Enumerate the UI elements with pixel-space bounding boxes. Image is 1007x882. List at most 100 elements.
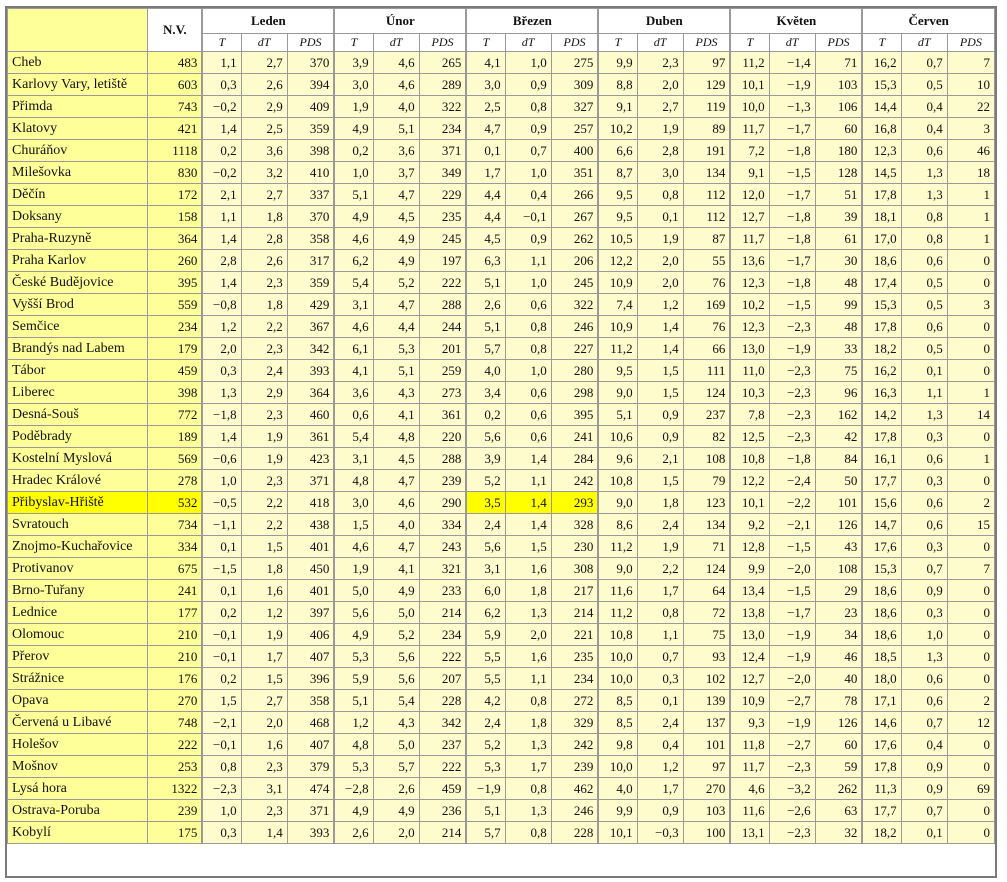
value-cell: 5,2	[372, 623, 420, 646]
value-cell: 15	[946, 513, 996, 536]
value-cell: 1,7	[636, 777, 684, 800]
value-cell: 50	[814, 469, 863, 492]
value-cell: 0	[946, 425, 996, 448]
value-cell: 361	[286, 425, 335, 448]
value-cell: 234	[418, 117, 467, 140]
value-cell: −1,5	[768, 579, 816, 602]
value-cell: −1,9	[768, 337, 816, 360]
value-cell: 11,2	[729, 51, 770, 74]
subcolumn-header: T	[729, 33, 770, 52]
value-cell: 4,0	[372, 513, 420, 536]
value-cell: 63	[814, 799, 863, 822]
value-cell: 15,3	[861, 73, 902, 96]
value-cell: 2,1	[201, 183, 242, 206]
station-name: Praha Karlov	[6, 249, 149, 272]
value-cell: 75	[682, 623, 731, 646]
value-cell: 2,4	[465, 711, 506, 734]
value-cell: 69	[946, 777, 996, 800]
value-cell: 0,3	[201, 359, 242, 382]
value-cell: 1,0	[504, 161, 552, 184]
value-cell: 2,5	[240, 117, 288, 140]
value-cell: 4,6	[333, 535, 374, 558]
value-cell: 9,1	[729, 161, 770, 184]
value-cell: 0,6	[504, 381, 552, 404]
value-cell: 48	[814, 315, 863, 338]
value-cell: 206	[550, 249, 599, 272]
value-cell: 4,6	[333, 315, 374, 338]
value-cell: 0,6	[900, 249, 948, 272]
month-header: Duben	[597, 8, 731, 34]
value-cell: 1,0	[900, 623, 948, 646]
value-cell: 8,5	[597, 711, 638, 734]
value-cell: 0,9	[636, 799, 684, 822]
value-cell: 6,0	[465, 579, 506, 602]
altitude-cell: 270	[147, 689, 203, 712]
value-cell: 379	[286, 755, 335, 778]
altitude-cell: 421	[147, 117, 203, 140]
value-cell: 0,1	[465, 139, 506, 162]
value-cell: 10	[946, 73, 996, 96]
value-cell: 15,3	[861, 293, 902, 316]
value-cell: 1,0	[504, 359, 552, 382]
altitude-cell: 253	[147, 755, 203, 778]
value-cell: 78	[814, 689, 863, 712]
value-cell: 2,8	[240, 227, 288, 250]
value-cell: 237	[682, 403, 731, 426]
subcolumn-header: T	[333, 33, 374, 52]
value-cell: 468	[286, 711, 335, 734]
value-cell: 284	[550, 447, 599, 470]
value-cell: 0	[946, 271, 996, 294]
value-cell: −1,7	[768, 117, 816, 140]
subcolumn-header: PDS	[286, 33, 335, 52]
value-cell: 243	[418, 535, 467, 558]
value-cell: 1,1	[900, 381, 948, 404]
value-cell: 1,9	[333, 95, 374, 118]
month-header: Červen	[861, 8, 996, 34]
value-cell: 9,6	[597, 447, 638, 470]
value-cell: 1,5	[240, 535, 288, 558]
subcolumn-header: T	[201, 33, 242, 52]
value-cell: 1,4	[504, 447, 552, 470]
value-cell: 289	[418, 73, 467, 96]
value-cell: 0,1	[201, 535, 242, 558]
altitude-cell: 569	[147, 447, 203, 470]
value-cell: 0,5	[900, 73, 948, 96]
value-cell: 180	[814, 139, 863, 162]
value-cell: 5,6	[465, 535, 506, 558]
altitude-cell: 176	[147, 667, 203, 690]
station-name: Znojmo-Kuchařovice	[6, 535, 149, 558]
value-cell: 462	[550, 777, 599, 800]
station-name: Lysá hora	[6, 777, 149, 800]
value-cell: 40	[814, 667, 863, 690]
value-cell: 4,9	[372, 249, 420, 272]
value-cell: 5,2	[465, 733, 506, 756]
table-row: Cheb 483 1,1 2,7 370 3,9 4,6 265 4,1 1,0 275 9,9 2,3…	[6, 51, 996, 74]
table-row: Svratouch 734 −1,1 2,2 438 1,5 4,0 334 2,4 1,4 328…	[6, 513, 996, 536]
value-cell: 12	[946, 711, 996, 734]
value-cell: 0,9	[504, 73, 552, 96]
value-cell: 3,9	[465, 447, 506, 470]
value-cell: −1,7	[768, 183, 816, 206]
value-cell: 119	[682, 95, 731, 118]
climate-table: N.V. Leden Únor Březen Duben Květen Červen Td…	[6, 8, 996, 844]
value-cell: 1,7	[636, 579, 684, 602]
value-cell: 4,5	[372, 447, 420, 470]
subcolumn-header: dT	[372, 33, 420, 52]
value-cell: 30	[814, 249, 863, 272]
value-cell: 358	[286, 227, 335, 250]
value-cell: 398	[286, 139, 335, 162]
value-cell: 5,4	[333, 271, 374, 294]
month-header: Květen	[729, 8, 863, 34]
value-cell: −1,9	[768, 645, 816, 668]
value-cell: 76	[682, 271, 731, 294]
value-cell: 423	[286, 447, 335, 470]
value-cell: 12,3	[861, 139, 902, 162]
altitude-cell: 210	[147, 623, 203, 646]
value-cell: 55	[682, 249, 731, 272]
value-cell: 0,3	[900, 425, 948, 448]
value-cell: 12,2	[597, 249, 638, 272]
value-cell: 5,1	[333, 183, 374, 206]
value-cell: 1,4	[504, 513, 552, 536]
value-cell: 12,8	[729, 535, 770, 558]
station-name: Mošnov	[6, 755, 149, 778]
